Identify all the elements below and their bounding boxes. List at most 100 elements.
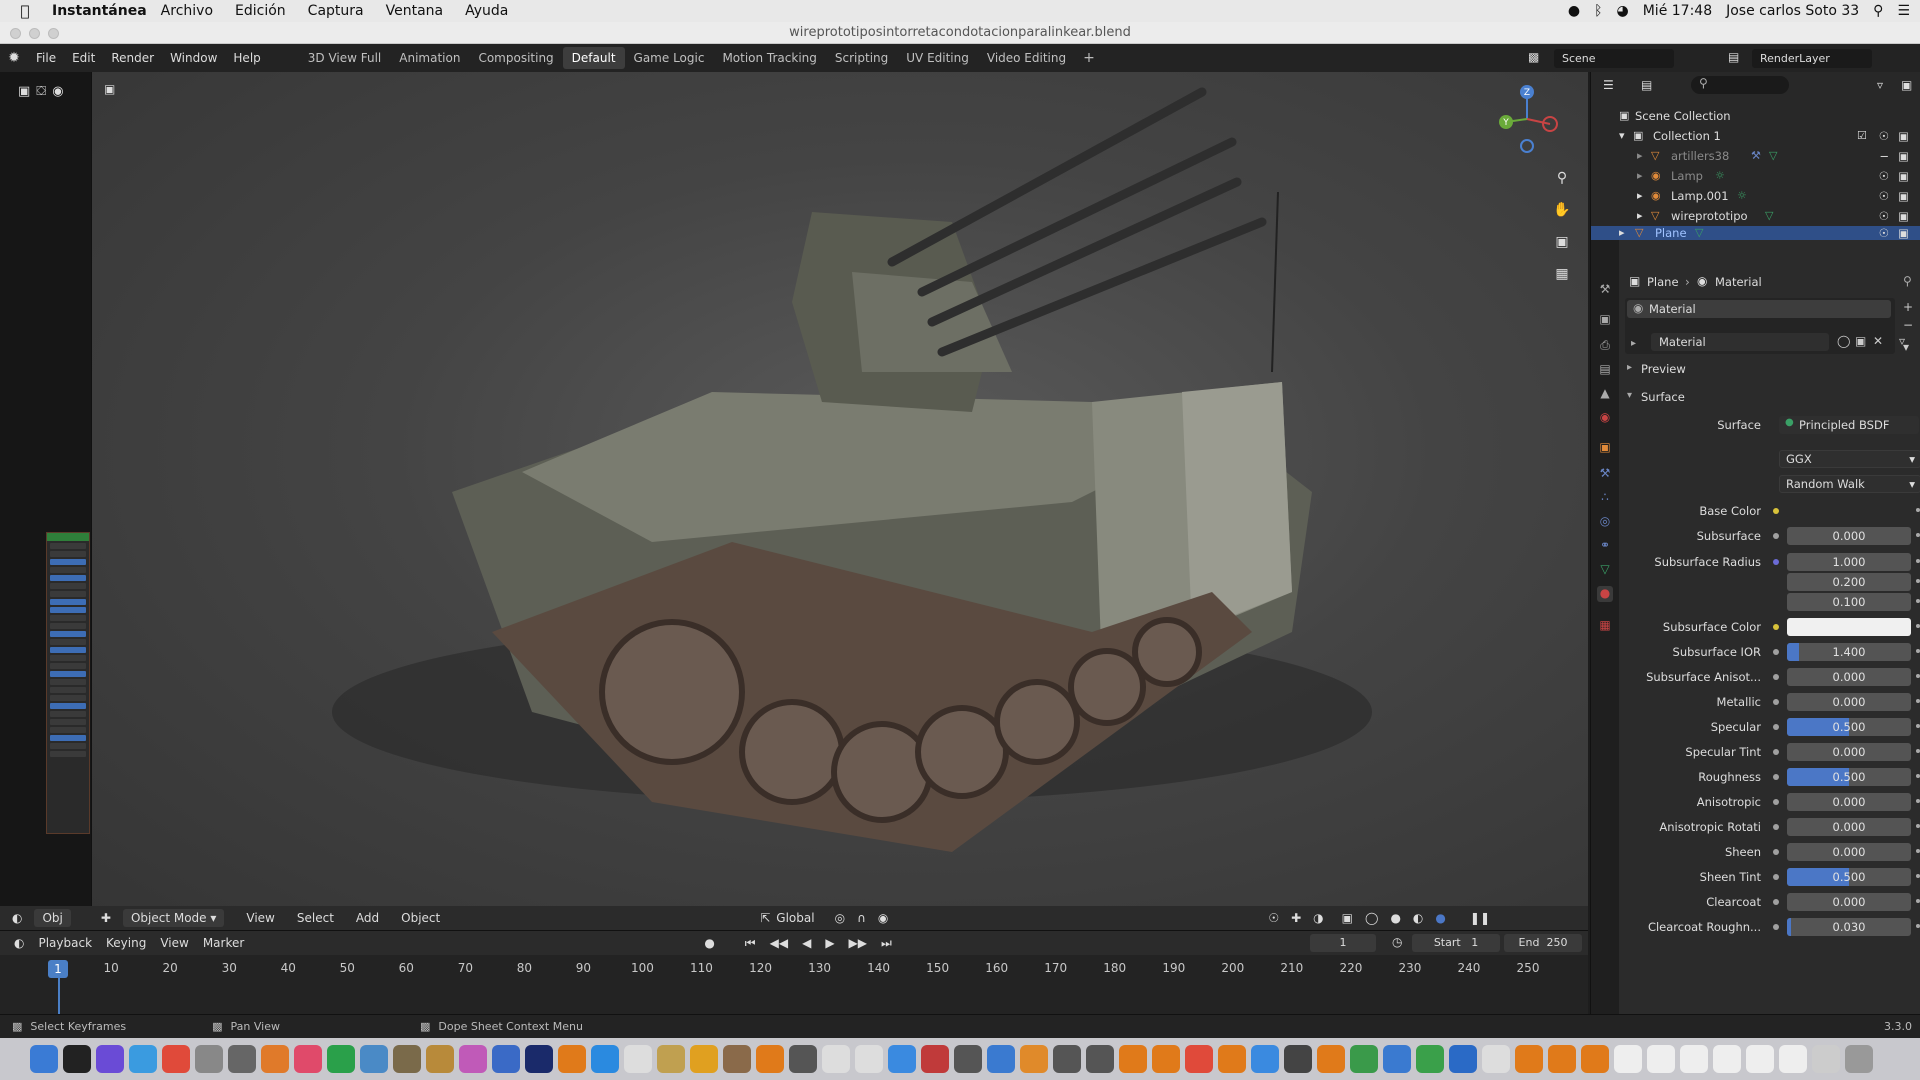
menu-render[interactable]: Render: [103, 51, 162, 65]
property-value-field[interactable]: 0.000: [1787, 668, 1911, 686]
keyframe-dot-icon[interactable]: [1916, 899, 1920, 903]
render-camera-icon[interactable]: ▣: [1898, 166, 1909, 186]
socket-dot-icon[interactable]: [1773, 624, 1779, 630]
fake-user-shield-icon[interactable]: ◯: [1837, 334, 1850, 348]
timeline-menu-keying[interactable]: Keying: [106, 936, 146, 950]
dock-app-icon[interactable]: [1812, 1045, 1840, 1073]
dock-app-icon[interactable]: [1416, 1045, 1444, 1073]
keyframe-dot-icon[interactable]: [1916, 874, 1920, 878]
expand-arrow-icon[interactable]: ▸: [1637, 186, 1643, 206]
keyframe-dot-icon[interactable]: [1916, 674, 1920, 678]
object-tab-icon[interactable]: ▣: [1597, 440, 1613, 456]
record-icon[interactable]: ●: [704, 936, 714, 950]
property-value-field[interactable]: 0.500: [1787, 718, 1911, 736]
properties-editor[interactable]: ⚒ ▣ ⎙ ▤ ▲ ◉ ▣ ⚒ ∴ ◎ ⚭ ▽ ● ▦ ▣ Plane › ◉ …: [1590, 240, 1920, 1014]
xray-icon[interactable]: ▣: [1342, 911, 1353, 925]
mode-dropdown[interactable]: Object Mode ▾: [122, 909, 225, 927]
filter-icon[interactable]: ▿: [1877, 78, 1883, 92]
transform-icon[interactable]: ✚: [101, 911, 111, 925]
dock-app-icon[interactable]: [162, 1045, 190, 1073]
tool-tab-icon[interactable]: ⚒: [1597, 282, 1613, 298]
dock-app-icon[interactable]: [591, 1045, 619, 1073]
end-frame-field[interactable]: End 250: [1504, 934, 1582, 952]
keyframe-dot-icon[interactable]: [1916, 849, 1920, 853]
keyframe-dot-icon[interactable]: [1916, 649, 1920, 653]
dock-app-icon[interactable]: [426, 1045, 454, 1073]
outliner-editor-icon[interactable]: ☰: [1603, 78, 1614, 92]
workspace-tab-motion-tracking[interactable]: Motion Tracking: [713, 47, 825, 69]
dock-app-icon[interactable]: [360, 1045, 388, 1073]
keyframe-dot-icon[interactable]: [1916, 799, 1920, 803]
dock-app-icon[interactable]: [987, 1045, 1015, 1073]
render-layer-field[interactable]: RenderLayer: [1752, 49, 1872, 68]
outliner-row-scene-collection[interactable]: ▣ Scene Collection: [1591, 106, 1920, 126]
timeline-editor[interactable]: ◐ Playback Keying View Marker ● ⏮ ◀◀ ◀ ▶…: [0, 930, 1588, 1023]
socket-dot-icon[interactable]: [1773, 559, 1779, 565]
keyframe-dot-icon[interactable]: [1916, 824, 1920, 828]
filter-material-icon[interactable]: ▿: [1899, 334, 1905, 348]
timeline-ruler[interactable]: 1 10 20 30 40 50 60 70 80 90 100 110 120 130 140 150 160…: [0, 959, 1588, 979]
timeline-editor-icon[interactable]: ◐: [14, 936, 24, 950]
dock-app-icon[interactable]: [1317, 1045, 1345, 1073]
dock-app-icon[interactable]: [1680, 1045, 1708, 1073]
render-camera-icon[interactable]: ▣: [1898, 206, 1909, 226]
next-keyframe-icon[interactable]: ▶▶: [849, 936, 867, 950]
dock-app-icon[interactable]: [1185, 1045, 1213, 1073]
socket-dot-icon[interactable]: [1773, 674, 1779, 680]
pin-icon[interactable]: ⚲: [1903, 274, 1912, 288]
dock-app-icon[interactable]: [1251, 1045, 1279, 1073]
dock-app-icon[interactable]: [1284, 1045, 1312, 1073]
snap-icon[interactable]: ∩: [857, 911, 866, 925]
keyframe-dot-icon[interactable]: [1916, 579, 1920, 583]
play-reverse-icon[interactable]: ◀: [802, 936, 811, 950]
eye-icon[interactable]: ☉: [1879, 126, 1889, 146]
viewport-select-icon[interactable]: ▣: [104, 82, 115, 96]
dock-app-icon[interactable]: [30, 1045, 58, 1073]
render-tab-icon[interactable]: ▣: [1597, 312, 1613, 328]
dock-app-icon[interactable]: [1548, 1045, 1576, 1073]
texture-tab-icon[interactable]: ▦: [1597, 618, 1613, 634]
outliner-row-collection[interactable]: ▾ ▣ Collection 1 ☑ ☉ ▣: [1591, 126, 1920, 146]
socket-dot-icon[interactable]: [1773, 874, 1779, 880]
outliner-row-lamp-001[interactable]: ▸ ◉ Lamp.001 ☼ ☉ ▣: [1591, 186, 1920, 206]
node-tree-icon[interactable]: ⛋: [36, 84, 46, 99]
current-frame-marker[interactable]: 1: [48, 960, 68, 978]
property-value-field[interactable]: 0.200: [1787, 573, 1911, 591]
play-icon[interactable]: ▶: [825, 936, 834, 950]
add-slot-icon[interactable]: +: [1903, 300, 1913, 314]
mac-menu-ventana[interactable]: Ventana: [386, 3, 444, 19]
display-mode-icon[interactable]: ▤: [1641, 78, 1652, 92]
current-frame-field[interactable]: 1: [1310, 934, 1376, 952]
jump-start-icon[interactable]: ⏮: [745, 936, 756, 951]
dock-app-icon[interactable]: [1713, 1045, 1741, 1073]
outliner[interactable]: ☰ ▤ ⚲ ▿ ▣ ▣ Scene Collection ▾ ▣ Collect…: [1590, 72, 1920, 240]
duplicate-material-icon[interactable]: ▣: [1855, 334, 1866, 348]
viewport-menu-object[interactable]: Object: [401, 911, 440, 925]
zoom-icon[interactable]: ⚲: [1552, 170, 1572, 190]
socket-dot-icon[interactable]: [1773, 699, 1779, 705]
bluetooth-icon[interactable]: ᛒ: [1594, 3, 1602, 19]
material-slot-item[interactable]: ◉ Material: [1627, 300, 1891, 318]
dock-app-icon[interactable]: [789, 1045, 817, 1073]
dock-app-icon[interactable]: [855, 1045, 883, 1073]
tank-model[interactable]: [92, 72, 1588, 912]
dock-app-icon[interactable]: [261, 1045, 289, 1073]
blender-logo-icon[interactable]: ✹: [0, 50, 28, 66]
render-camera-icon[interactable]: ▣: [1898, 146, 1909, 166]
mac-menu-archivo[interactable]: Archivo: [161, 3, 213, 19]
outliner-row-wireprototipo[interactable]: ▸ ▽ wireprototipo ▽ ☉ ▣: [1591, 206, 1920, 226]
3d-viewport[interactable]: ▣ Z Y ⚲ ✋ ▣ ▦: [92, 72, 1588, 912]
orientation-icon[interactable]: ⇱: [760, 911, 770, 925]
checkbox-icon[interactable]: ☑: [1857, 126, 1867, 146]
property-value-field[interactable]: 0.000: [1787, 793, 1911, 811]
expand-arrow-icon[interactable]: ▸: [1637, 146, 1643, 166]
dock-app-icon[interactable]: [690, 1045, 718, 1073]
keyframe-dot-icon[interactable]: [1916, 749, 1920, 753]
dock-app-icon[interactable]: [294, 1045, 322, 1073]
outliner-row-lamp[interactable]: ▸ ◉ Lamp ☼ ☉ ▣: [1591, 166, 1920, 186]
property-value-field[interactable]: 0.000: [1787, 818, 1911, 836]
socket-dot-icon[interactable]: [1773, 774, 1779, 780]
property-value-field[interactable]: 1.000: [1787, 553, 1911, 571]
eye-icon[interactable]: ☉: [1879, 186, 1889, 206]
workspace-tab-scripting[interactable]: Scripting: [826, 47, 897, 69]
